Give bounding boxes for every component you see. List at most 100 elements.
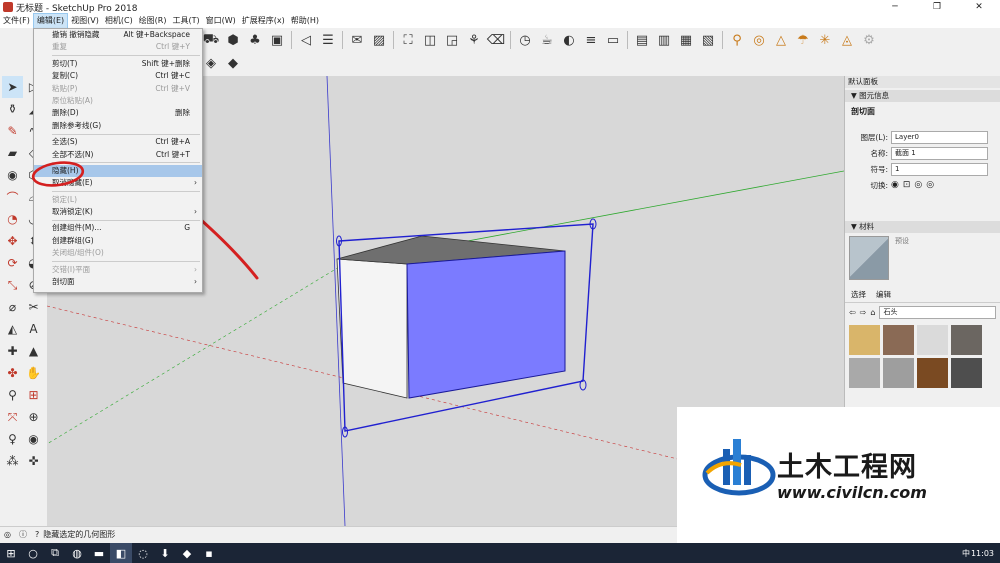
zoom-icon[interactable]: ⚲: [2, 384, 23, 406]
wechat-icon[interactable]: ◌: [132, 543, 154, 563]
material-swatch[interactable]: [951, 325, 982, 355]
iso-view-icon[interactable]: ◫: [420, 30, 440, 50]
menu-item-copy[interactable]: 复制(C) Ctrl 键+C: [34, 70, 202, 82]
layer-icon[interactable]: ≡: [581, 30, 601, 50]
select-tool-icon[interactable]: ➤: [2, 76, 23, 98]
window3-icon[interactable]: ▦: [676, 30, 696, 50]
menu-item-undo[interactable]: 撤销 撤销隐藏 Alt 键+Backspace: [34, 29, 202, 41]
paint-bucket-icon[interactable]: ⚱: [2, 98, 23, 120]
pan-icon[interactable]: ✋: [23, 362, 44, 384]
zoom-previous-icon[interactable]: ⊕: [23, 406, 44, 428]
window4-icon[interactable]: ▧: [698, 30, 718, 50]
material-swatch[interactable]: [849, 325, 880, 355]
menu-item-cut[interactable]: 剪切(T) Shift 键+删除: [34, 58, 202, 70]
help-icon[interactable]: ?: [35, 530, 39, 539]
grass-icon[interactable]: ⚘: [464, 30, 484, 50]
3d-text-icon[interactable]: ▲: [23, 340, 44, 362]
position-camera-icon[interactable]: ♀: [2, 428, 23, 450]
protractor-icon[interactable]: ◭: [2, 318, 23, 340]
umbrella-icon[interactable]: ☂: [793, 30, 813, 50]
app-icon[interactable]: ◆: [176, 543, 198, 563]
move-icon[interactable]: ✥: [2, 230, 23, 252]
sketchup-taskbar-icon[interactable]: ◧: [110, 543, 132, 563]
layout-icon[interactable]: ⛶: [398, 30, 418, 50]
download-icon[interactable]: ⬇: [154, 543, 176, 563]
zoom-window-icon[interactable]: ⊞: [23, 384, 44, 406]
settings-icon[interactable]: ☰: [318, 30, 338, 50]
component-icon[interactable]: ▣: [267, 30, 287, 50]
browser-icon[interactable]: ◍: [66, 543, 88, 563]
orbit-icon[interactable]: ✤: [2, 362, 23, 384]
windows-start-icon[interactable]: ⊞: [0, 543, 22, 563]
back-icon[interactable]: ⇦: [849, 308, 856, 317]
material-swatch[interactable]: [849, 358, 880, 388]
menu-item-make-group[interactable]: 创建群组(G): [34, 235, 202, 247]
cone-icon[interactable]: △: [771, 30, 791, 50]
forward-icon[interactable]: ⇨: [860, 308, 867, 317]
maximize-button[interactable]: ❐: [916, 0, 958, 14]
minimize-button[interactable]: ─: [874, 0, 916, 14]
material-swatch[interactable]: [883, 358, 914, 388]
close-button[interactable]: ✕: [958, 0, 1000, 14]
box-view-icon[interactable]: ◲: [442, 30, 462, 50]
target-icon[interactable]: ◎: [749, 30, 769, 50]
scale-icon[interactable]: ◬: [837, 30, 857, 50]
name-field[interactable]: 截面 1: [891, 146, 988, 160]
ime-indicator[interactable]: 中: [962, 548, 970, 559]
menu-item-section-plane[interactable]: 剖切面 ›: [34, 276, 202, 288]
pdf-icon[interactable]: ▪: [198, 543, 220, 563]
frame-icon[interactable]: ▭: [603, 30, 623, 50]
text-icon[interactable]: A: [23, 318, 44, 340]
menu-item-delete[interactable]: 删除(D) 删除: [34, 107, 202, 119]
window-icon[interactable]: ▤: [632, 30, 652, 50]
extension-warehouse-icon[interactable]: ♣: [245, 30, 265, 50]
message-icon[interactable]: ✉: [347, 30, 367, 50]
texture-icon[interactable]: ◆: [223, 53, 243, 73]
menu-item-delete-guides[interactable]: 删除参考线(G): [34, 120, 202, 132]
menu-item-select-all[interactable]: 全选(S) Ctrl 键+A: [34, 136, 202, 148]
terrain-icon[interactable]: ◈: [201, 53, 221, 73]
section-plane-tool-icon[interactable]: ✜: [23, 450, 44, 472]
menu-window[interactable]: 窗口(W): [203, 14, 239, 28]
menu-file[interactable]: 文件(F): [0, 14, 33, 28]
zoom-extents-icon[interactable]: ⤧: [2, 406, 23, 428]
toggle-icons[interactable]: ◉⊡◎◎: [891, 180, 938, 190]
menu-item-make-component[interactable]: 创建组件(M)... G: [34, 222, 202, 234]
material-swatch[interactable]: [951, 358, 982, 388]
home-icon[interactable]: ⌂: [870, 308, 875, 317]
material-library-select[interactable]: 石头: [879, 306, 996, 319]
walk-icon[interactable]: ⁂: [2, 450, 23, 472]
section-icon[interactable]: ⚲: [727, 30, 747, 50]
menu-help[interactable]: 帮助(H): [288, 14, 322, 28]
look-around-icon[interactable]: ◉: [23, 428, 44, 450]
dimension-icon[interactable]: ✂: [23, 296, 44, 318]
teapot-icon[interactable]: ☕: [537, 30, 557, 50]
tape-measure-icon[interactable]: ⌀: [2, 296, 23, 318]
axes-icon[interactable]: ✚: [2, 340, 23, 362]
entity-info-header[interactable]: ▼ 图元信息: [845, 90, 1000, 102]
menu-tools[interactable]: 工具(T): [170, 14, 203, 28]
layer-select[interactable]: Layer0: [891, 130, 988, 144]
sun-icon[interactable]: ✳: [815, 30, 835, 50]
file-explorer-icon[interactable]: ▬: [88, 543, 110, 563]
menu-edit[interactable]: 编辑(E): [32, 13, 69, 29]
scale-tool-icon[interactable]: ⤡: [2, 274, 23, 296]
pie-icon[interactable]: ◔: [2, 208, 23, 230]
menu-item-unlock[interactable]: 取消锁定(K) ›: [34, 206, 202, 218]
menu-view[interactable]: 视图(V): [68, 14, 102, 28]
task-view-icon[interactable]: ⧉: [44, 543, 66, 563]
sound-icon[interactable]: ◁: [296, 30, 316, 50]
rotate-icon[interactable]: ⟳: [2, 252, 23, 274]
credits-icon[interactable]: ⓘ: [19, 529, 27, 540]
arc-icon[interactable]: ⌒: [2, 186, 23, 208]
clock-icon[interactable]: ◷: [515, 30, 535, 50]
eraser-icon[interactable]: ⌫: [486, 30, 506, 50]
material-swatch[interactable]: [917, 358, 948, 388]
menu-draw[interactable]: 绘图(R): [136, 14, 170, 28]
rectangle-icon[interactable]: ▰: [2, 142, 23, 164]
shadow-icon[interactable]: ◐: [559, 30, 579, 50]
geo-location-icon[interactable]: ◎: [4, 530, 11, 539]
menu-extensions[interactable]: 扩展程序(x): [239, 14, 288, 28]
material-swatch[interactable]: [883, 325, 914, 355]
material-swatch[interactable]: [917, 325, 948, 355]
